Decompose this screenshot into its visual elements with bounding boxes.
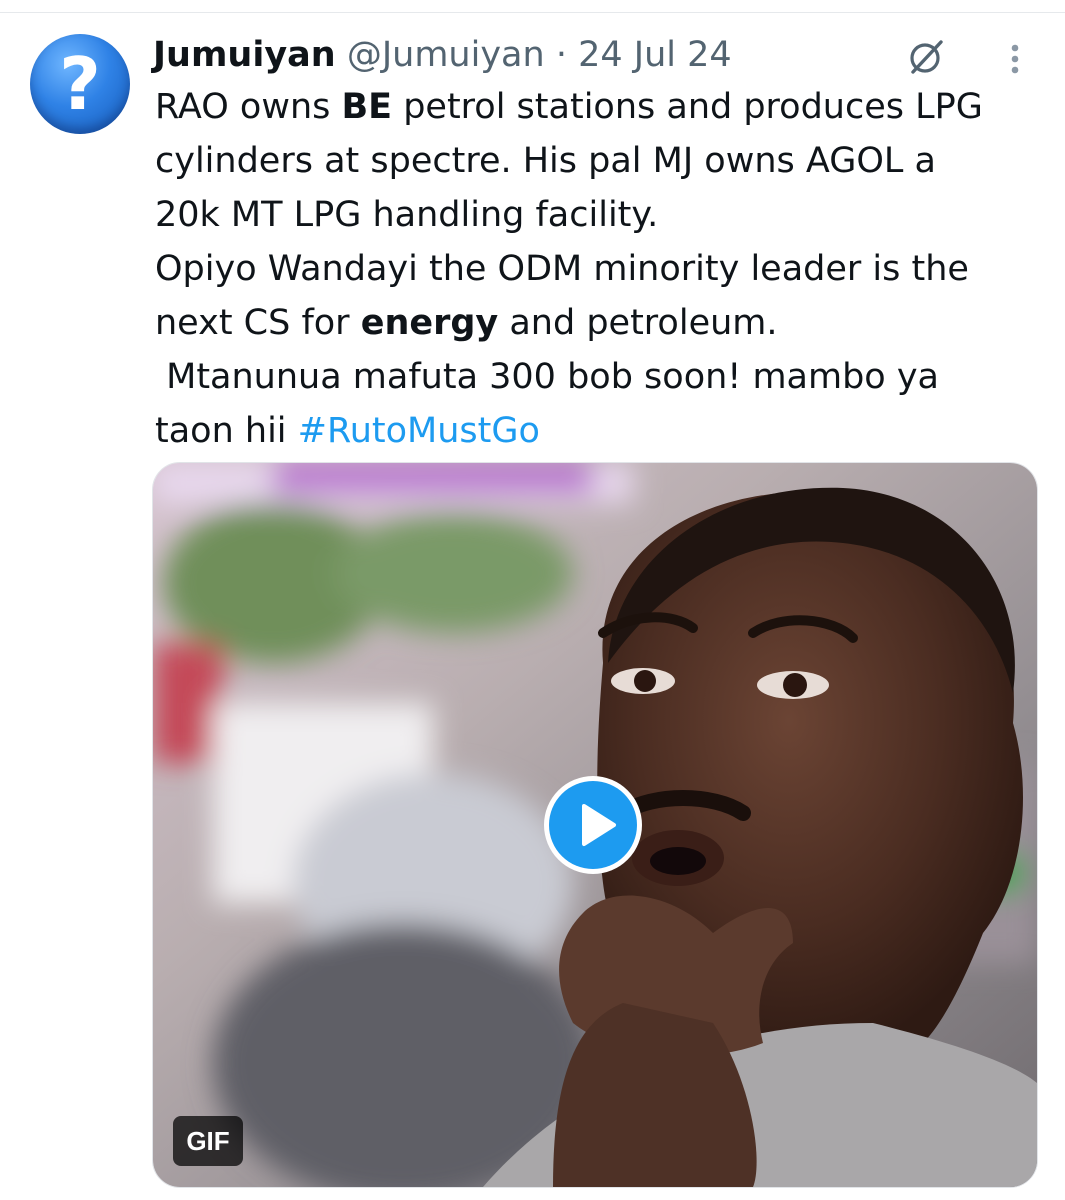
tweet-date[interactable]: 24 Jul 24 xyxy=(578,35,732,75)
tweet-text: RAO owns BE petrol stations and produces… xyxy=(155,80,1045,458)
author-handle[interactable]: @Jumuiyan xyxy=(347,35,545,75)
tweet-text-line: taon hii #RutoMustGo xyxy=(155,411,540,451)
tweet-text-line: RAO owns BE petrol stations and produces… xyxy=(155,87,983,127)
more-options-icon[interactable] xyxy=(1000,40,1030,80)
avatar[interactable]: ? xyxy=(30,34,130,134)
question-mark-icon: ? xyxy=(59,42,101,126)
tweet-text-line: Opiyo Wandayi the ODM minority leader is… xyxy=(155,249,969,289)
hashtag-link[interactable]: #RutoMustGo xyxy=(298,411,540,451)
tweet-text-line: 20k MT LPG handling facility. xyxy=(155,195,659,235)
top-divider xyxy=(0,12,1065,13)
separator-dot: · xyxy=(555,35,567,75)
author-name[interactable]: Jumuiyan xyxy=(153,35,336,75)
tweet-text-line: next CS for energy and petroleum. xyxy=(155,303,778,343)
play-icon xyxy=(582,804,616,846)
play-button[interactable] xyxy=(544,776,642,874)
tweet-text-line: cylinders at spectre. His pal MJ owns AG… xyxy=(155,141,936,181)
gif-badge: GIF xyxy=(173,1116,243,1166)
grok-icon[interactable] xyxy=(905,36,947,78)
tweet-text-line: Mtanunua mafuta 300 bob soon! mambo ya xyxy=(155,357,939,397)
tweet-header: Jumuiyan @Jumuiyan · 24 Jul 24 xyxy=(153,30,913,80)
